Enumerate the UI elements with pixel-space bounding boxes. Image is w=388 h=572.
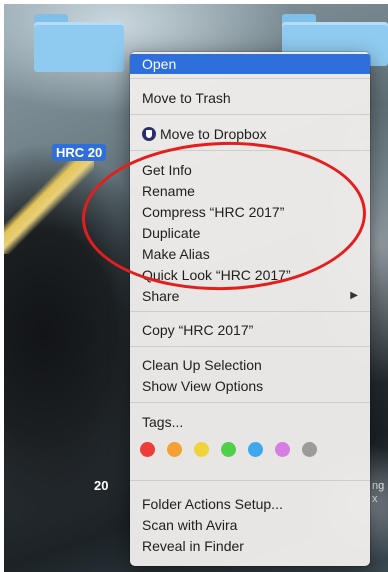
tag-orange-icon[interactable] (167, 442, 182, 457)
desktop: HRC 20 7 20 ng x Open Move to Trash Move… (4, 4, 388, 572)
menu-separator (130, 346, 370, 347)
menu-item-folder-actions-setup[interactable]: Folder Actions Setup... (130, 494, 370, 514)
tag-blue-icon[interactable] (248, 442, 263, 457)
tag-purple-icon[interactable] (275, 442, 290, 457)
menu-item-rename[interactable]: Rename (130, 181, 370, 201)
folder-icon[interactable] (34, 14, 124, 72)
menu-item-duplicate[interactable]: Duplicate (130, 223, 370, 243)
submenu-arrow-icon: ▶ (350, 290, 358, 301)
menu-item-move-to-dropbox[interactable]: Move to Dropbox (130, 124, 370, 144)
tag-red-icon[interactable] (140, 442, 155, 457)
menu-item-compress[interactable]: Compress “HRC 2017” (130, 202, 370, 222)
menu-item-move-to-trash[interactable]: Move to Trash (130, 88, 370, 108)
menu-separator (130, 311, 370, 312)
menu-item-make-alias[interactable]: Make Alias (130, 244, 370, 264)
menu-item-scan-with-avira[interactable]: Scan with Avira (130, 515, 370, 535)
menu-item-label: Share (142, 288, 180, 304)
menu-item-share[interactable]: Share ▶ (130, 286, 370, 306)
menu-separator (130, 114, 370, 115)
menu-item-tags[interactable]: Tags... (130, 412, 370, 432)
menu-separator (130, 402, 370, 403)
tag-green-icon[interactable] (221, 442, 236, 457)
tag-gray-icon[interactable] (302, 442, 317, 457)
selected-folder-label[interactable]: HRC 20 (52, 144, 107, 161)
menu-item-quick-look[interactable]: Quick Look “HRC 2017” (130, 265, 370, 285)
menu-item-clean-up-selection[interactable]: Clean Up Selection (130, 355, 370, 375)
menu-separator (130, 78, 370, 79)
menu-separator (130, 150, 370, 151)
menu-item-open[interactable]: Open (130, 54, 370, 74)
menu-item-copy[interactable]: Copy “HRC 2017” (130, 320, 370, 340)
menu-separator (130, 480, 370, 481)
tag-yellow-icon[interactable] (194, 442, 209, 457)
menu-item-show-view-options[interactable]: Show View Options (130, 376, 370, 396)
context-menu: Open Move to Trash Move to Dropbox Get I… (130, 52, 370, 566)
menu-item-label: Move to Dropbox (160, 126, 267, 142)
dropbox-icon (142, 127, 156, 141)
folder-label[interactable]: ng x (372, 480, 384, 506)
menu-item-get-info[interactable]: Get Info (130, 160, 370, 180)
menu-item-reveal-in-finder[interactable]: Reveal in Finder (130, 536, 370, 556)
folder-label[interactable]: 20 (94, 478, 108, 493)
